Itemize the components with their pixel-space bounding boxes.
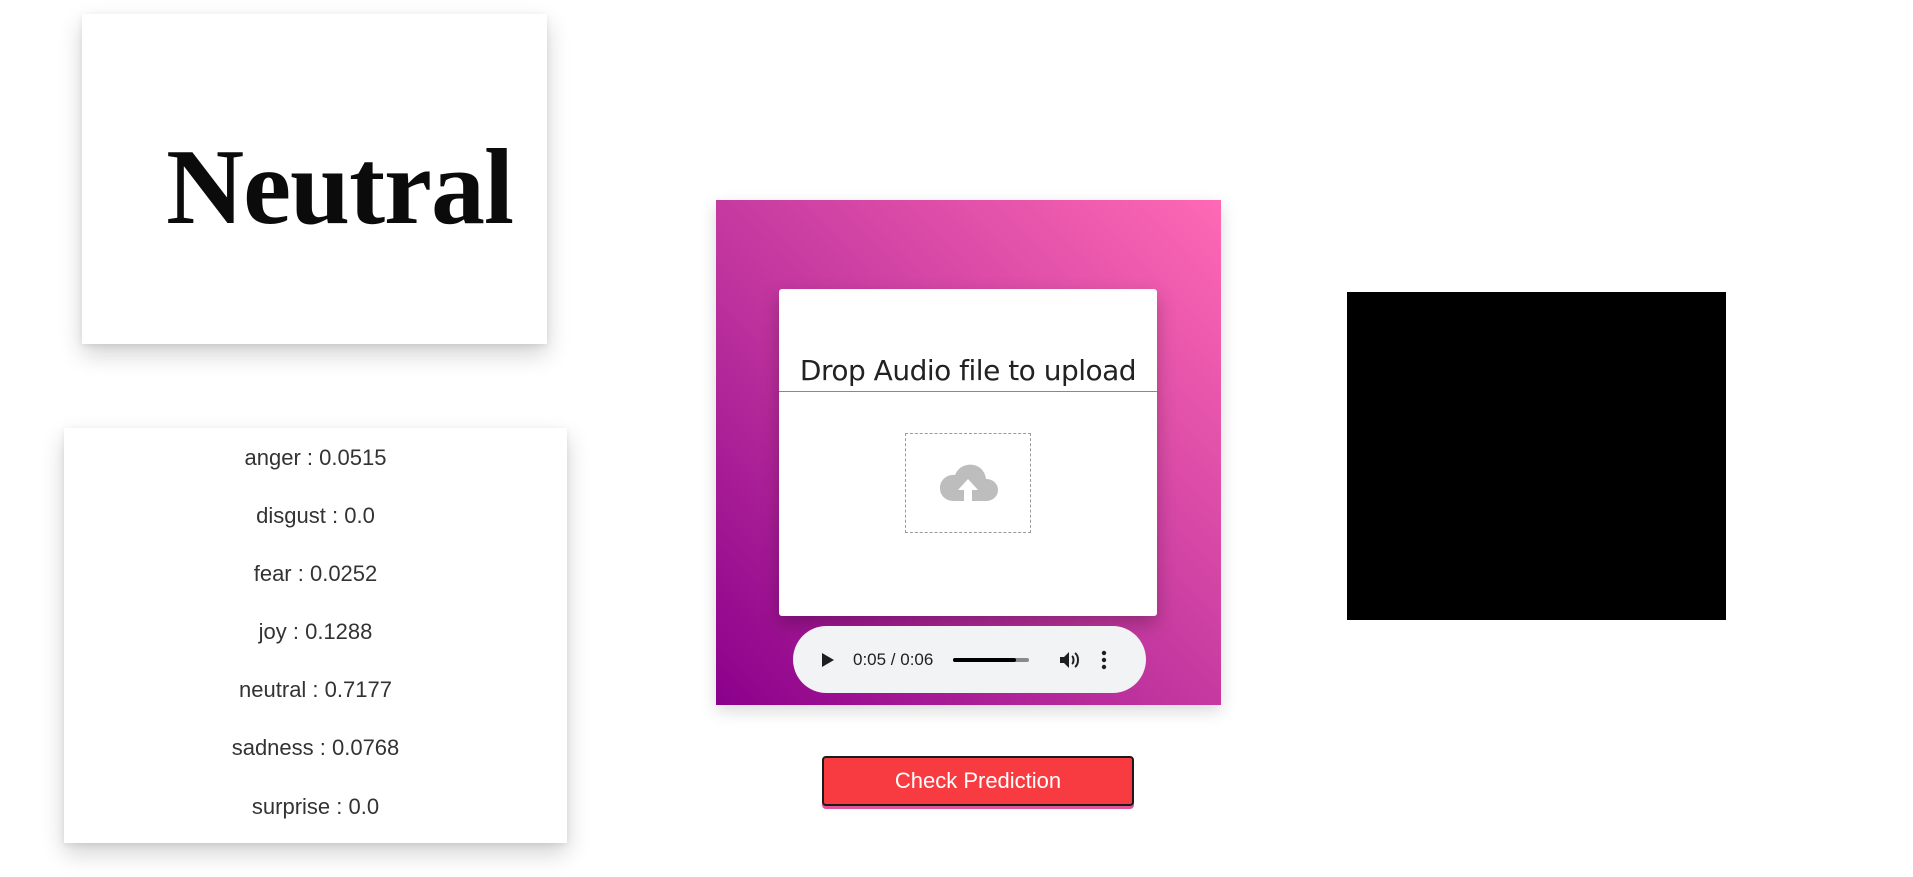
volume-icon xyxy=(1060,651,1080,668)
audio-player: 0:05 / 0:06 xyxy=(793,626,1146,693)
more-vert-icon xyxy=(1102,650,1107,669)
audio-progress-fill xyxy=(953,657,1017,662)
score-joy: joy : 0.1288 xyxy=(258,619,373,644)
page: Neutral anger : 0.0515 disgust : 0.0 fea… xyxy=(0,0,1913,877)
score-neutral: neutral : 0.7177 xyxy=(239,677,392,702)
emotion-image-card: Neutral xyxy=(82,14,547,344)
audio-seek-slider[interactable] xyxy=(953,657,1030,662)
play-icon xyxy=(822,652,834,667)
play-button[interactable] xyxy=(819,651,837,669)
audio-dropzone[interactable]: Drop Audio file to upload xyxy=(779,289,1157,616)
upload-file-button[interactable] xyxy=(905,433,1031,533)
dropzone-divider xyxy=(779,391,1157,392)
check-prediction-button[interactable]: Check Prediction xyxy=(822,756,1134,806)
dropzone-title: Drop Audio file to upload xyxy=(799,354,1137,387)
emotion-scores-card: anger : 0.0515 disgust : 0.0 fear : 0.02… xyxy=(64,428,567,843)
cloud-upload-icon xyxy=(940,464,998,501)
more-options-button[interactable] xyxy=(1099,649,1109,671)
score-fear: fear : 0.0252 xyxy=(253,561,378,586)
score-disgust: disgust : 0.0 xyxy=(256,503,375,528)
score-anger: anger : 0.0515 xyxy=(244,445,387,470)
score-sadness: sadness : 0.0768 xyxy=(231,735,400,760)
audio-time: 0:05 / 0:06 xyxy=(853,649,934,669)
spectrogram-preview xyxy=(1347,292,1726,620)
emotion-word-image: Neutral xyxy=(166,128,514,247)
score-surprise: surprise : 0.0 xyxy=(251,794,380,819)
upload-panel: Drop Audio file to upload 0:05 / 0:06 xyxy=(716,200,1221,705)
mute-button[interactable] xyxy=(1059,649,1081,671)
